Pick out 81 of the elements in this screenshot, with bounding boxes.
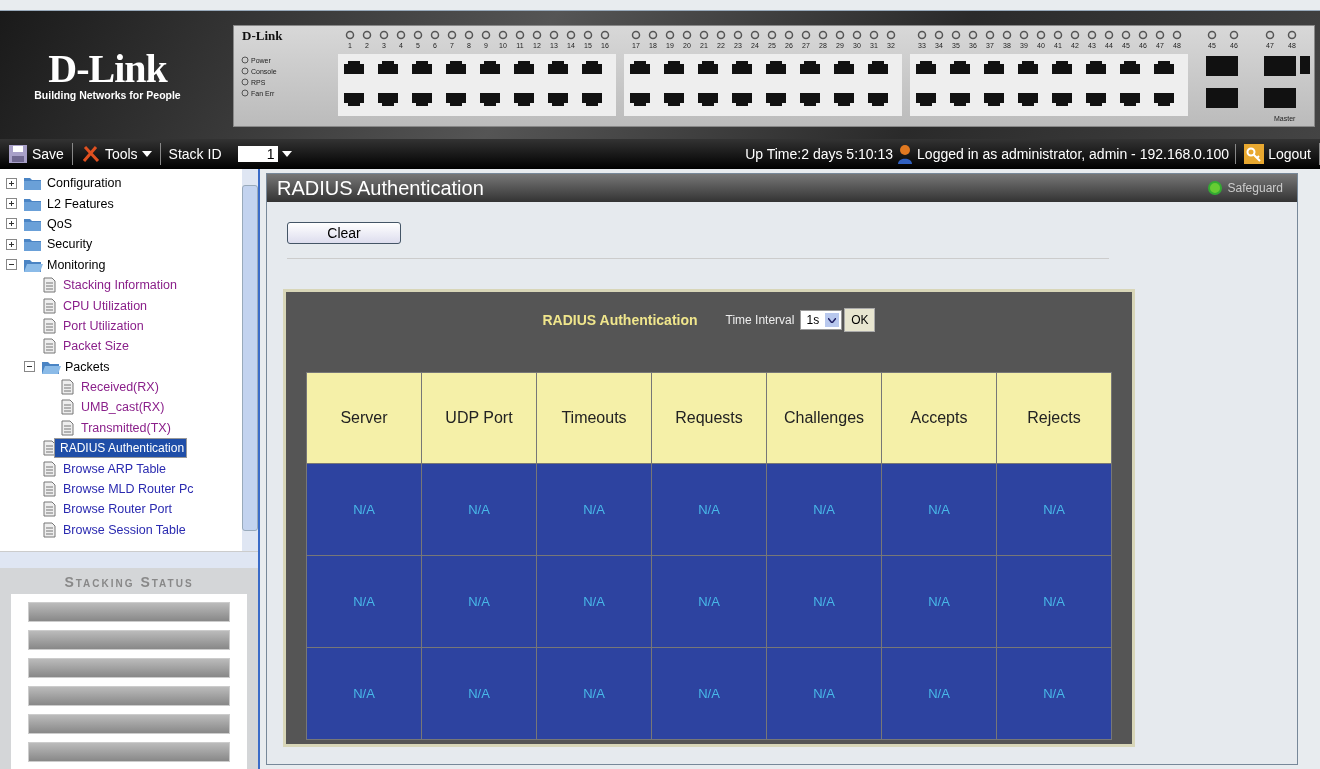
table-cell: N/A (421, 463, 537, 556)
caret-icon (281, 151, 292, 157)
column-header: Server (306, 372, 422, 464)
expand-icon[interactable] (6, 177, 17, 189)
folder-icon (23, 175, 43, 192)
tree-item[interactable]: Stacking Information (62, 278, 178, 293)
table-cell: N/A (536, 555, 652, 648)
tree-item[interactable]: Browse Session Table (62, 522, 187, 537)
tree-item[interactable]: Packet Size (62, 339, 130, 354)
stack-id-select[interactable]: 1 (237, 146, 278, 162)
table-cell: N/A (996, 647, 1112, 740)
expand-icon[interactable] (6, 218, 17, 230)
tree-item[interactable]: Security (46, 237, 94, 252)
tree-item[interactable]: CPU Utilization (62, 298, 149, 313)
safeguard-label: Safeguard (1227, 181, 1283, 195)
tree-item[interactable]: Browse Router Port (62, 502, 174, 517)
table-cell: N/A (881, 555, 997, 648)
tree-item[interactable]: RADIUS Authentication (54, 438, 188, 459)
table-cell: N/A (766, 555, 882, 648)
clear-button[interactable]: Clear (287, 222, 401, 244)
stack-id-label: Stack ID (168, 146, 222, 162)
page-title: RADIUS Authentication (277, 176, 484, 200)
collapse-icon[interactable] (24, 361, 35, 373)
tree-item[interactable]: Monitoring (46, 257, 107, 272)
folder-icon (23, 236, 43, 253)
interval-select[interactable]: 1s (800, 310, 843, 330)
logout-button[interactable]: Logout (1236, 143, 1320, 165)
column-header: Rejects (996, 372, 1112, 464)
tree-item[interactable]: Configuration (46, 176, 123, 191)
vertical-scrollbar[interactable] (242, 169, 258, 552)
login-info: Logged in as administrator, admin - 192.168.0.100 (917, 146, 1230, 162)
brand-tagline: Building Networks for People (34, 89, 181, 101)
chevron-down-icon (828, 317, 837, 323)
tree-item[interactable]: L2 Features (46, 196, 115, 211)
table-cell: N/A (421, 555, 537, 648)
tools-menu[interactable]: Tools (72, 143, 161, 165)
tree-item[interactable]: UMB_cast(RX) (80, 400, 166, 415)
uptime-text: Up Time:2 days 5:10:13 (745, 146, 894, 162)
collapse-icon[interactable] (6, 259, 17, 271)
column-header: Accepts (881, 372, 997, 464)
column-header: Challenges (766, 372, 882, 464)
table-cell: N/A (651, 463, 767, 556)
tree-item[interactable]: Browse MLD Router Pc (62, 482, 195, 497)
table-cell: N/A (651, 555, 767, 648)
column-header: Timeouts (536, 372, 652, 464)
brand-logo: D-Link (48, 49, 167, 89)
table-cell: N/A (306, 647, 422, 740)
status-dot-icon (1207, 181, 1222, 195)
table-cell: N/A (996, 555, 1112, 648)
key-icon (1244, 144, 1265, 164)
caret-icon (141, 151, 152, 157)
column-header: UDP Port (421, 372, 537, 464)
table-cell: N/A (881, 463, 997, 556)
tree-item[interactable]: QoS (46, 216, 73, 231)
table-cell: N/A (881, 647, 997, 740)
save-button[interactable]: Save (0, 143, 73, 165)
interval-label: Time Interval (725, 313, 795, 327)
tree-item[interactable]: Packets (64, 359, 111, 374)
table-cell: N/A (536, 463, 652, 556)
expand-icon[interactable] (6, 238, 17, 250)
table-cell: N/A (996, 463, 1112, 556)
table-cell: N/A (651, 647, 767, 740)
tree-item[interactable]: Received(RX) (80, 380, 160, 395)
column-header: Requests (651, 372, 767, 464)
horizontal-scrollbar[interactable] (0, 551, 258, 568)
tree-item[interactable]: Browse ARP Table (62, 461, 168, 476)
table-cell: N/A (766, 647, 882, 740)
expand-icon[interactable] (6, 198, 17, 210)
device-brand: D-Link (242, 28, 283, 43)
table-cell: N/A (421, 647, 537, 740)
tree-item[interactable]: Transmitted(TX) (80, 420, 172, 435)
table-cell: N/A (306, 555, 422, 648)
tree-item[interactable]: Port Utilization (62, 318, 145, 333)
tools-icon (80, 144, 101, 164)
user-icon (897, 144, 914, 164)
stacking-status-title: Stacking Status (64, 573, 194, 592)
table-cell: N/A (766, 463, 882, 556)
table-cell: N/A (306, 463, 422, 556)
stats-title: RADIUS Authentication (542, 312, 698, 328)
table-cell: N/A (536, 647, 652, 740)
ok-button[interactable]: OK (844, 308, 876, 332)
